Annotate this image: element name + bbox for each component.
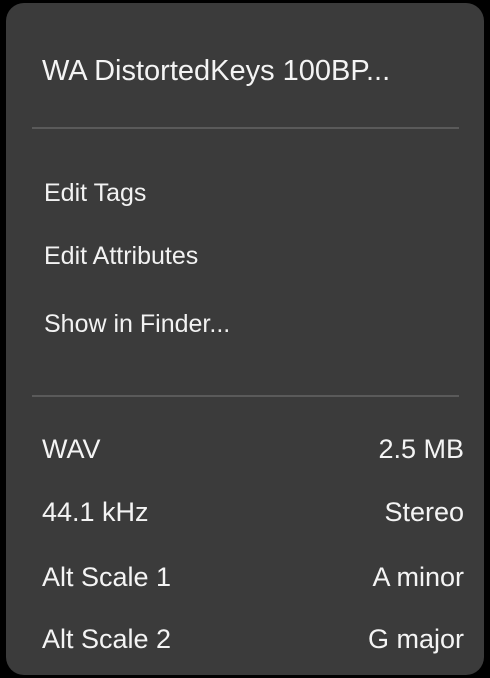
alt-scale-2-label: Alt Scale 2 [42, 623, 172, 654]
info-row-audio: 44.1 kHz Stereo [42, 494, 464, 530]
alt-scale-2-value: G major [367, 623, 464, 654]
context-menu: WA DistortedKeys 100BP... Edit Tags Edit… [6, 3, 484, 675]
edit-attributes-menu-item[interactable]: Edit Attributes [44, 240, 198, 272]
sample-rate-value: 44.1 kHz [42, 496, 149, 527]
alt-scale-1-value: A minor [372, 561, 464, 592]
channel-mode-value: Stereo [384, 496, 464, 527]
info-row-alt-scale-1: Alt Scale 1 A minor [42, 559, 464, 595]
edit-tags-menu-item[interactable]: Edit Tags [44, 177, 146, 209]
show-in-finder-menu-item[interactable]: Show in Finder... [44, 308, 230, 340]
file-format-label: WAV [42, 433, 101, 464]
menu-title: WA DistortedKeys 100BP... [42, 55, 391, 87]
alt-scale-1-label: Alt Scale 1 [42, 561, 172, 592]
file-size-value: 2.5 MB [378, 433, 464, 464]
info-row-alt-scale-2: Alt Scale 2 G major [42, 621, 464, 657]
divider-top [32, 127, 459, 129]
info-row-format: WAV 2.5 MB [42, 431, 464, 467]
divider-bottom [32, 395, 459, 397]
